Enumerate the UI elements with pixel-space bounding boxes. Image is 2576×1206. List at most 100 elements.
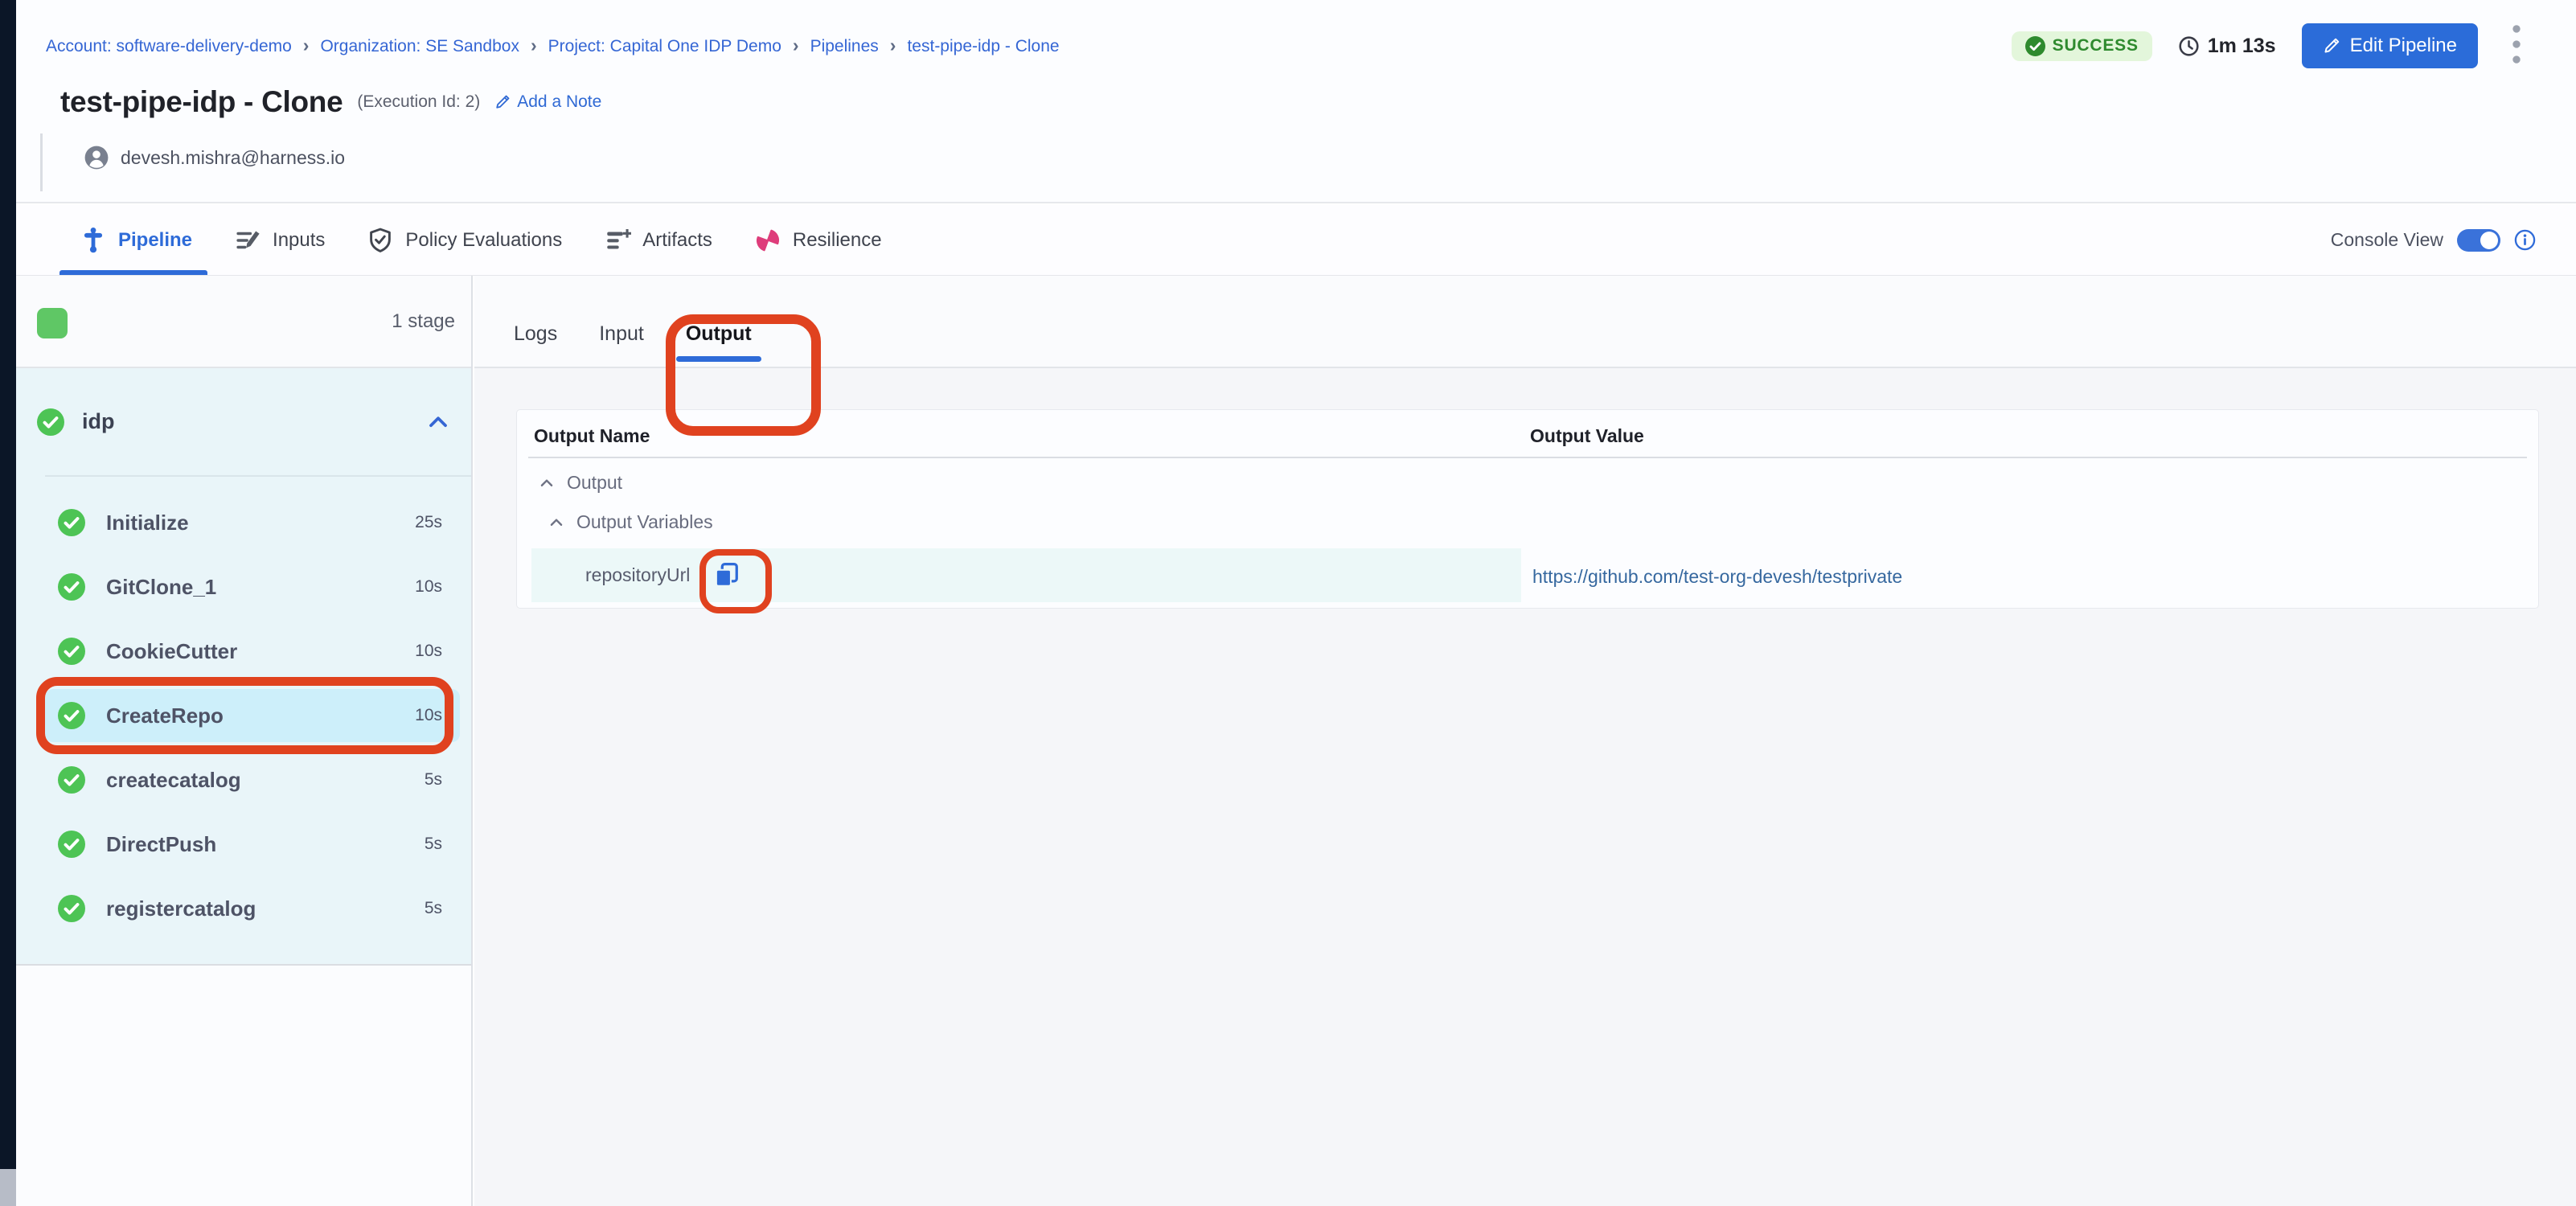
output-tab-content: Output Name Output Value Output Output V…	[474, 368, 2576, 1206]
chevron-right-icon: ›	[303, 35, 310, 56]
stage-color-swatch	[37, 308, 68, 338]
clock-icon	[2178, 35, 2200, 57]
tab-pipeline[interactable]: Pipeline	[80, 205, 192, 275]
step-success-icon	[58, 831, 85, 858]
step-duration: 10s	[415, 577, 442, 597]
step-name: registercatalog	[106, 896, 425, 921]
step-duration: 5s	[425, 899, 442, 918]
toggle-knob	[2480, 232, 2498, 249]
pipeline-tabs: Pipeline Inputs Policy Evaluations Artif…	[80, 205, 882, 275]
left-nav-rail[interactable]	[0, 0, 16, 1206]
tab-output[interactable]: Output	[686, 322, 752, 346]
add-note-link[interactable]: Add a Note	[494, 92, 601, 112]
console-view-toggle[interactable]	[2457, 229, 2500, 252]
chevron-right-icon: ›	[890, 35, 896, 56]
step-row[interactable]: CreateRepo 10s	[45, 689, 460, 742]
tab-label: Inputs	[273, 229, 325, 252]
edit-pipeline-label: Edit Pipeline	[2350, 35, 2457, 57]
chevron-up-icon[interactable]	[426, 410, 450, 434]
step-success-icon	[58, 573, 85, 601]
step-name: GitClone_1	[106, 575, 415, 600]
execution-stage-sidebar: 1 stage idp Initialize 25s	[16, 276, 473, 1206]
inputs-icon	[234, 227, 261, 254]
trigger-user-row: devesh.mishra@harness.io	[84, 145, 345, 170]
edit-pipeline-button[interactable]: Edit Pipeline	[2302, 23, 2478, 68]
step-duration: 10s	[415, 642, 442, 661]
group-label: Output	[567, 472, 622, 494]
chevron-right-icon: ›	[531, 35, 537, 56]
step-name: DirectPush	[106, 832, 425, 857]
breadcrumb-item: Organization: SE Sandbox ›	[320, 35, 548, 57]
title-row: test-pipe-idp - Clone (Execution Id: 2) …	[60, 85, 601, 119]
output-value-link[interactable]: https://github.com/test-org-devesh/testp…	[1532, 566, 1902, 588]
breadcrumb-item: test-pipe-idp - Clone ›	[907, 37, 1059, 56]
stage-count: 1 stage	[392, 310, 455, 333]
column-header-output-name: Output Name	[534, 425, 650, 447]
resilience-icon	[754, 227, 781, 254]
execution-id: (Execution Id: 2)	[357, 92, 480, 112]
output-variables-group-row[interactable]: Output Variables	[548, 511, 713, 533]
chevron-up-icon[interactable]	[548, 514, 565, 531]
execution-duration: 1m 13s	[2178, 35, 2276, 58]
tab-logs[interactable]: Logs	[514, 322, 557, 346]
kebab-menu-icon[interactable]	[2504, 22, 2529, 71]
output-variable-name: repositoryUrl	[585, 564, 690, 586]
status-label: SUCCESS	[2053, 36, 2139, 55]
success-check-icon	[2025, 36, 2045, 56]
console-view-control: Console View	[2331, 205, 2536, 275]
step-name: CookieCutter	[106, 639, 415, 664]
step-row[interactable]: CookieCutter 10s	[45, 625, 460, 678]
breadcrumb-item: Account: software-delivery-demo ›	[46, 35, 320, 57]
tab-label: Resilience	[793, 229, 882, 252]
step-row[interactable]: registercatalog 5s	[45, 882, 460, 935]
stage-success-icon	[37, 408, 64, 436]
step-detail-panel: Logs Input Output Output Name Output Val…	[474, 276, 2576, 1206]
tab-inputs[interactable]: Inputs	[234, 205, 325, 275]
copy-icon[interactable]	[712, 560, 741, 589]
output-group-row[interactable]: Output	[538, 472, 622, 494]
step-success-icon	[58, 509, 85, 536]
pipeline-tabbar: Pipeline Inputs Policy Evaluations Artif…	[16, 205, 2576, 276]
step-success-icon	[58, 638, 85, 665]
breadcrumb: Account: software-delivery-demo › Organi…	[46, 35, 1060, 57]
chevron-up-icon[interactable]	[538, 474, 556, 492]
breadcrumb-link[interactable]: Organization: SE Sandbox	[320, 37, 519, 56]
tab-input[interactable]: Input	[599, 322, 644, 346]
step-detail-tabbar: Logs Input Output	[474, 276, 2576, 368]
breadcrumb-link[interactable]: Project: Capital One IDP Demo	[548, 37, 781, 56]
breadcrumb-link[interactable]: Pipelines	[810, 37, 879, 56]
sidebar-empty-area	[16, 966, 471, 1206]
trigger-user-email: devesh.mishra@harness.io	[121, 147, 345, 169]
policy-shield-icon	[367, 227, 394, 254]
stage-group-header[interactable]: idp	[16, 368, 471, 475]
tab-label: Artifacts	[642, 229, 712, 252]
pipeline-icon	[80, 227, 107, 254]
step-row[interactable]: createcatalog 5s	[45, 753, 460, 806]
tab-artifacts[interactable]: Artifacts	[604, 205, 712, 275]
chevron-right-icon: ›	[793, 35, 799, 56]
user-avatar-icon	[84, 145, 109, 170]
pencil-icon	[494, 94, 511, 110]
tab-label: Policy Evaluations	[405, 229, 562, 252]
step-row[interactable]: GitClone_1 10s	[45, 560, 460, 613]
step-row[interactable]: DirectPush 5s	[45, 818, 460, 871]
breadcrumb-link[interactable]: Account: software-delivery-demo	[46, 37, 292, 56]
duration-value: 1m 13s	[2208, 35, 2276, 58]
add-note-label: Add a Note	[517, 92, 601, 112]
info-icon[interactable]	[2514, 229, 2536, 251]
step-row[interactable]: Initialize 25s	[45, 496, 460, 549]
step-duration: 10s	[415, 706, 442, 725]
step-list: Initialize 25s GitClone_1 10s CookieCutt…	[16, 477, 471, 964]
stage-group-idp: idp Initialize 25s GitClone_1 10s	[16, 368, 471, 966]
breadcrumb-link[interactable]: test-pipe-idp - Clone	[907, 37, 1059, 56]
step-success-icon	[58, 702, 85, 729]
timeline-indent-line	[40, 133, 43, 191]
breadcrumb-item: Pipelines ›	[810, 35, 908, 57]
table-header-divider	[528, 457, 2527, 458]
tab-label: Pipeline	[118, 229, 192, 252]
nav-rail-scrollbar[interactable]	[0, 1169, 16, 1206]
tab-resilience[interactable]: Resilience	[754, 205, 882, 275]
stage-summary-bar: 1 stage	[16, 276, 471, 368]
tab-policy-evaluations[interactable]: Policy Evaluations	[367, 205, 562, 275]
header-actions: SUCCESS 1m 13s Edit Pipeline	[2012, 23, 2529, 69]
